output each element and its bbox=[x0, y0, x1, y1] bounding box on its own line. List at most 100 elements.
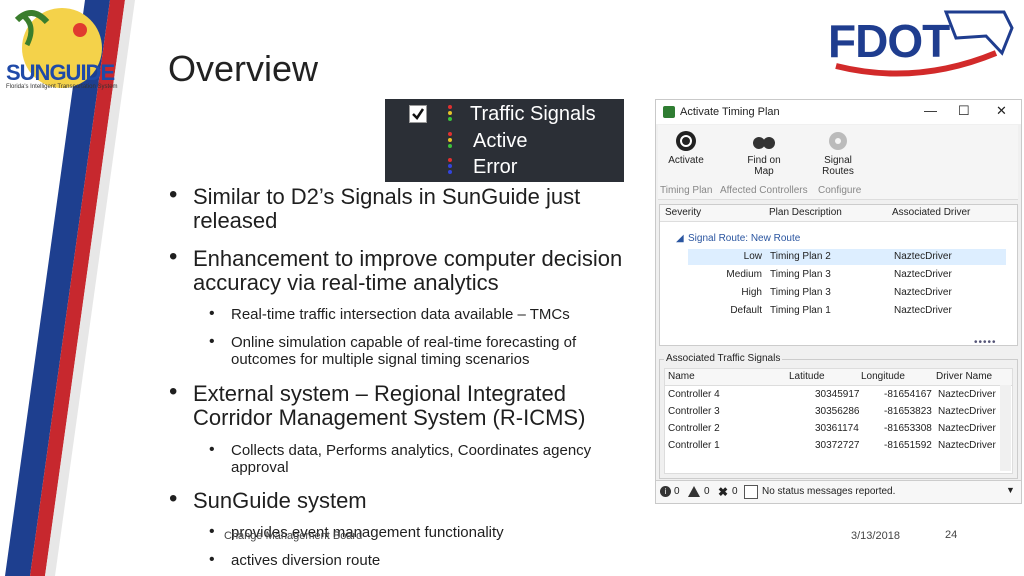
table-row[interactable]: Controller 4 30345917 -81654167 NaztecDr… bbox=[665, 387, 1012, 403]
header-associated-driver[interactable]: Associated Driver bbox=[892, 205, 970, 221]
cell-driver: NaztecDriver bbox=[894, 251, 952, 262]
power-icon bbox=[676, 131, 696, 151]
sub-bullet-1-text: Real-time traffic intersection data avai… bbox=[231, 306, 570, 323]
activate-button[interactable]: Activate bbox=[662, 130, 710, 166]
bullet-2-line-1: Enhancement to improve computer decision bbox=[193, 246, 623, 271]
page-number: 24 bbox=[945, 529, 958, 541]
bullet-2-line-2: accuracy via real-time analytics bbox=[193, 270, 499, 295]
map-label: Map bbox=[754, 166, 774, 177]
signals-header: Name Latitude Longitude Driver Name bbox=[665, 369, 1012, 386]
bullet-3-line-1: External system – Regional Integrated bbox=[193, 381, 566, 406]
cell-driver: NaztecDriver bbox=[938, 389, 996, 400]
cell-plan: Timing Plan 3 bbox=[770, 269, 831, 280]
table-row[interactable]: Medium Timing Plan 3 NaztecDriver bbox=[688, 267, 1006, 283]
find-on-label: Find on bbox=[747, 155, 781, 166]
bullet-dot: • bbox=[209, 523, 215, 540]
header-severity[interactable]: Severity bbox=[665, 205, 701, 221]
plans-grid: Severity Plan Description Associated Dri… bbox=[659, 204, 1018, 346]
table-row[interactable]: Controller 1 30372727 -81651592 NaztecDr… bbox=[665, 438, 1012, 454]
find-on-map-button[interactable]: Find on Map bbox=[738, 130, 790, 177]
cell-driver: NaztecDriver bbox=[938, 440, 996, 451]
header-latitude[interactable]: Latitude bbox=[789, 369, 825, 385]
cell-name: Controller 1 bbox=[668, 440, 720, 451]
bullet-dot: • bbox=[169, 378, 178, 405]
table-row[interactable]: Controller 3 30356286 -81653823 NaztecDr… bbox=[665, 404, 1012, 420]
warning-icon bbox=[688, 486, 700, 497]
sub-bullet-3-line-1: Collects data, Performs analytics, Coord… bbox=[231, 442, 592, 459]
cell-latitude: 30372727 bbox=[815, 440, 860, 451]
cell-plan: Timing Plan 1 bbox=[770, 305, 831, 316]
footer-date: 3/13/2018 bbox=[851, 530, 900, 542]
header-longitude[interactable]: Longitude bbox=[861, 369, 905, 385]
header-name[interactable]: Name bbox=[668, 369, 695, 385]
bullet-1: • Similar to D2’s Signals in SunGuide ju… bbox=[169, 183, 633, 233]
table-row[interactable]: Default Timing Plan 1 NaztecDriver bbox=[688, 303, 1006, 319]
close-button[interactable]: ✕ bbox=[996, 103, 1007, 119]
traffic-light-active-icon bbox=[448, 132, 452, 149]
header-plan-description[interactable]: Plan Description bbox=[769, 205, 842, 221]
error-icon: ✖ bbox=[718, 485, 729, 499]
traffic-light-icon bbox=[448, 105, 452, 122]
legend-active: Active bbox=[473, 130, 528, 152]
table-row[interactable]: Low Timing Plan 2 NaztecDriver bbox=[688, 249, 1006, 265]
fdot-logo: FDOT bbox=[826, 8, 1016, 78]
bullet-4: • SunGuide system bbox=[169, 487, 633, 513]
status-bar: i 0 0 ✖ 0 No status messages reported. ▼ bbox=[656, 480, 1021, 503]
cell-longitude: -81653308 bbox=[884, 423, 932, 434]
cell-name: Controller 3 bbox=[668, 406, 720, 417]
sub-bullet-2-line-1: Online simulation capable of real-time f… bbox=[231, 334, 577, 351]
gear-icon bbox=[829, 132, 847, 150]
cell-driver: NaztecDriver bbox=[894, 287, 952, 298]
sub-bullet-3-line-2: approval bbox=[231, 459, 289, 476]
cell-severity: Medium bbox=[726, 269, 762, 280]
activate-timing-plan-window: Activate Timing Plan — ☐ ✕ Activate Find… bbox=[655, 99, 1022, 504]
footer-label: Change Management Board bbox=[224, 530, 363, 542]
status-warnings-count: 0 bbox=[704, 486, 710, 497]
route-group-row[interactable]: ◢ Signal Route: New Route bbox=[660, 231, 1017, 247]
page-title: Overview bbox=[168, 48, 319, 89]
bullet-dot: • bbox=[209, 333, 215, 350]
cell-longitude: -81651592 bbox=[884, 440, 932, 451]
group-affected-controllers: Affected Controllers bbox=[720, 185, 808, 196]
vertical-scrollbar[interactable] bbox=[1000, 385, 1011, 471]
sub-bullet-2: • Online simulation capable of real-time… bbox=[209, 333, 651, 368]
bullet-dot: • bbox=[209, 305, 215, 322]
bullet-3: • External system – Regional Integrated … bbox=[169, 380, 633, 430]
cell-latitude: 30361174 bbox=[815, 423, 859, 434]
cell-driver: NaztecDriver bbox=[894, 305, 952, 316]
bullet-dot: • bbox=[169, 181, 178, 208]
maximize-button[interactable]: ☐ bbox=[958, 103, 970, 119]
window-title: Activate Timing Plan bbox=[680, 106, 780, 118]
minimize-button[interactable]: — bbox=[924, 103, 937, 118]
group-configure: Configure bbox=[818, 185, 862, 196]
status-checkbox[interactable] bbox=[744, 485, 758, 499]
legend-error: Error bbox=[473, 156, 518, 178]
signal-routes-button[interactable]: Signal Routes bbox=[814, 130, 862, 177]
bullet-3-line-2: Corridor Management System (R-ICMS) bbox=[193, 405, 586, 430]
traffic-signals-legend: Traffic Signals Active Error bbox=[385, 99, 624, 182]
traffic-light-error-icon bbox=[448, 158, 452, 175]
signals-grid: Name Latitude Longitude Driver Name Cont… bbox=[664, 368, 1013, 474]
plans-header: Severity Plan Description Associated Dri… bbox=[660, 205, 1017, 222]
bullet-4-line-1: SunGuide system bbox=[193, 488, 367, 513]
cell-name: Controller 2 bbox=[668, 423, 720, 434]
header-driver-name[interactable]: Driver Name bbox=[936, 369, 992, 385]
cell-severity: Default bbox=[730, 305, 762, 316]
binoculars-icon bbox=[753, 137, 775, 149]
group-timing-plan: Timing Plan bbox=[660, 185, 713, 196]
route-group-label: Signal Route: New Route bbox=[688, 233, 801, 244]
cell-driver: NaztecDriver bbox=[894, 269, 952, 280]
bullet-dot: • bbox=[209, 441, 215, 458]
cell-name: Controller 4 bbox=[668, 389, 720, 400]
chevron-down-icon[interactable]: ▼ bbox=[1006, 485, 1015, 495]
splitter-grip-icon[interactable]: ••••• bbox=[974, 337, 997, 348]
table-row[interactable]: Controller 2 30361174 -81653308 NaztecDr… bbox=[665, 421, 1012, 437]
bullet-1-line-1: Similar to D2’s Signals in SunGuide just bbox=[193, 184, 581, 209]
cell-latitude: 30345917 bbox=[815, 389, 860, 400]
status-errors-count: 0 bbox=[674, 486, 680, 497]
expand-arrow-icon[interactable]: ◢ bbox=[676, 231, 684, 247]
table-row[interactable]: High Timing Plan 3 NaztecDriver bbox=[688, 285, 1006, 301]
checkbox-icon bbox=[409, 105, 427, 123]
bullet-dot: • bbox=[169, 485, 178, 512]
routes-label: Routes bbox=[822, 166, 854, 177]
